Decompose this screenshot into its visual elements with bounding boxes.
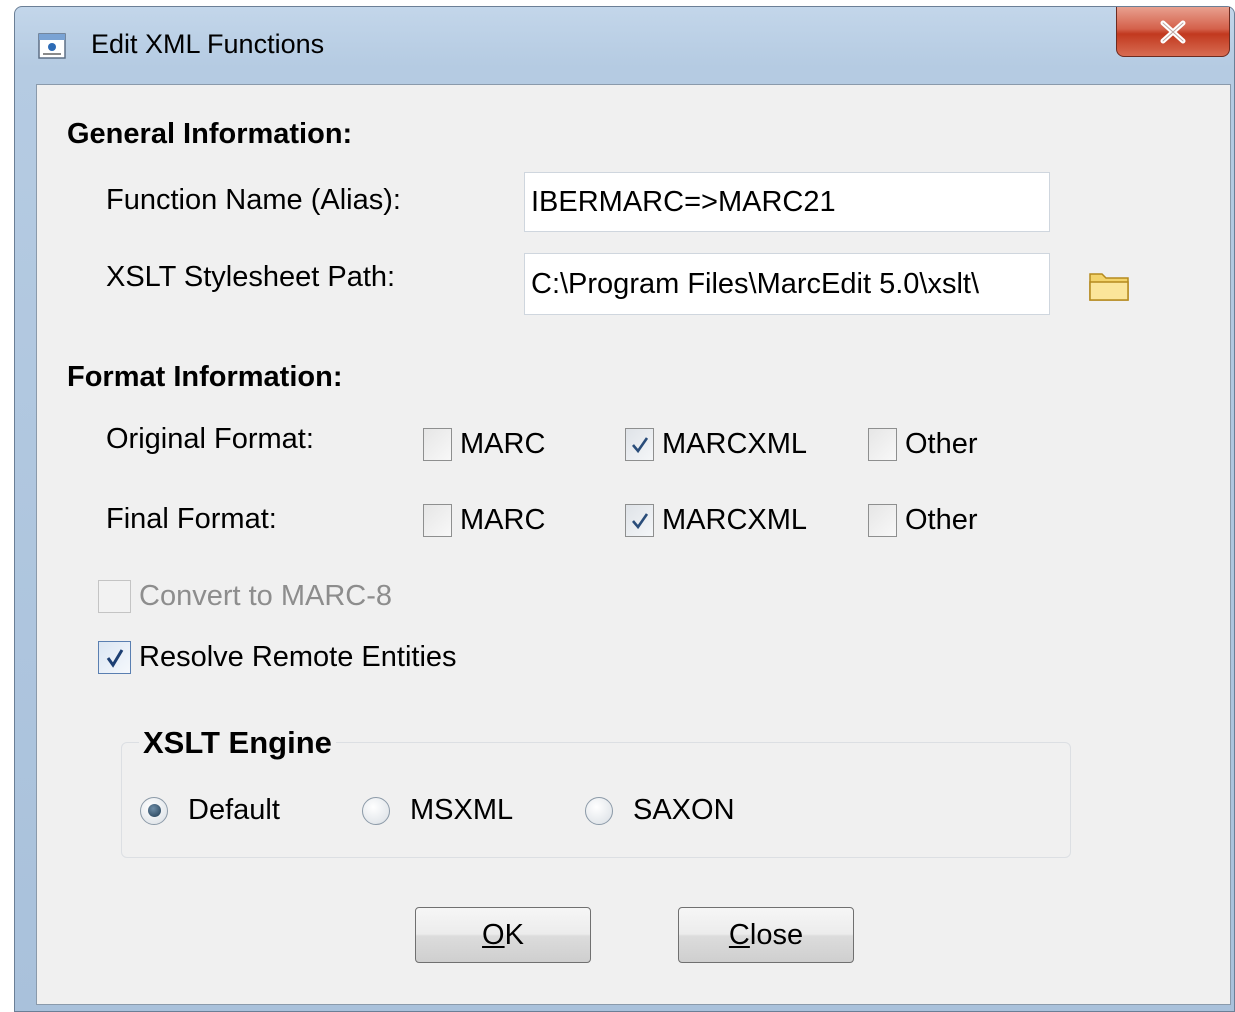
xslt-path-value: C:\Program Files\MarcEdit 5.0\xslt\ <box>531 267 979 300</box>
close-icon <box>1160 20 1186 43</box>
format-information-heading: Format Information: <box>67 361 343 393</box>
checkbox-box <box>625 504 654 537</box>
resolve-remote-entities-checkbox[interactable]: Resolve Remote Entities <box>98 641 457 674</box>
original-format-label: Original Format: <box>106 423 314 455</box>
checkbox-box <box>423 504 452 537</box>
checkmark-icon <box>631 512 648 529</box>
original-other-checkbox[interactable]: Other <box>868 428 978 461</box>
checkbox-box <box>868 428 897 461</box>
function-name-value: IBERMARC=>MARC21 <box>531 185 836 218</box>
checkbox-box <box>868 504 897 537</box>
engine-default-radio[interactable]: Default <box>140 794 280 827</box>
dialog-icon <box>38 33 66 59</box>
final-marc-checkbox[interactable]: MARC <box>423 504 545 537</box>
radio-dot <box>362 796 390 825</box>
checkbox-box <box>98 580 131 613</box>
function-name-input[interactable]: IBERMARC=>MARC21 <box>524 172 1050 232</box>
radio-dot <box>585 796 613 825</box>
checkmark-icon <box>631 436 648 453</box>
radio-dot <box>140 796 168 825</box>
window-title: Edit XML Functions <box>91 29 325 59</box>
edit-xml-functions-window: Edit XML Functions General Information: … <box>14 6 1235 1012</box>
engine-msxml-radio[interactable]: MSXML <box>362 794 513 827</box>
convert-marc8-checkbox[interactable]: Convert to MARC-8 <box>98 580 392 613</box>
title-bar: Edit XML Functions <box>15 7 1234 81</box>
checkbox-box <box>625 428 654 461</box>
dialog-content: General Information: Function Name (Alia… <box>36 84 1231 1005</box>
checkbox-box <box>98 641 131 674</box>
function-name-label: Function Name (Alias): <box>106 184 401 216</box>
original-marc-checkbox[interactable]: MARC <box>423 428 545 461</box>
xslt-path-label: XSLT Stylesheet Path: <box>106 261 396 293</box>
close-button[interactable]: Close <box>678 907 854 963</box>
final-other-checkbox[interactable]: Other <box>868 504 978 537</box>
original-marcxml-checkbox[interactable]: MARCXML <box>625 428 807 461</box>
folder-icon[interactable] <box>1088 268 1130 302</box>
ok-button[interactable]: OK <box>415 907 591 963</box>
engine-saxon-radio[interactable]: SAXON <box>585 794 735 827</box>
checkbox-box <box>423 428 452 461</box>
general-information-heading: General Information: <box>67 118 353 150</box>
checkmark-icon <box>106 648 123 668</box>
close-window-button[interactable] <box>1116 7 1230 57</box>
xslt-engine-title: XSLT Engine <box>139 725 336 761</box>
final-marcxml-checkbox[interactable]: MARCXML <box>625 504 807 537</box>
xslt-path-input[interactable]: C:\Program Files\MarcEdit 5.0\xslt\ <box>524 253 1050 315</box>
final-format-label: Final Format: <box>106 503 277 535</box>
